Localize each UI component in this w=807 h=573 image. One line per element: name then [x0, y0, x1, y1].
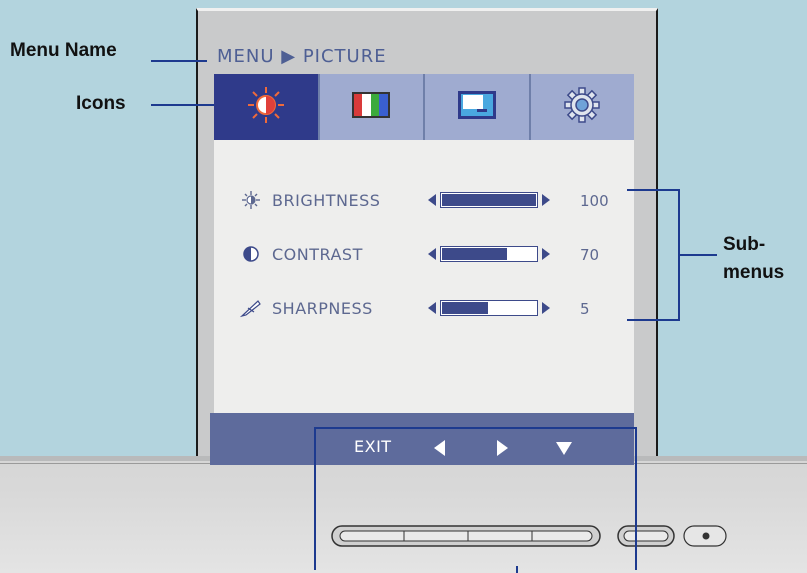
slider-fill [442, 194, 536, 206]
osd-submenu-panel [214, 140, 634, 413]
submenus-callout-line2: menus [723, 262, 785, 283]
sun-icon [240, 189, 262, 211]
slider-decrease-arrow[interactable] [428, 302, 436, 314]
submenu-row-contrast[interactable]: CONTRAST [240, 242, 363, 266]
contrast-slider[interactable] [428, 244, 554, 264]
slider-increase-arrow[interactable] [542, 248, 550, 260]
submenu-row-brightness[interactable]: BRIGHTNESS [240, 188, 380, 212]
brightness-value: 100 [580, 192, 609, 210]
submenus-bracket-bottom [627, 319, 679, 321]
submenu-row-sharpness[interactable]: SHARPNESS [240, 296, 373, 320]
contrast-value: 70 [580, 246, 600, 264]
submenus-callout: Sub- menus [723, 231, 784, 287]
menu-name-callout-line [151, 60, 207, 62]
tab-setup[interactable] [530, 74, 634, 140]
menu-name-callout: Menu Name [10, 40, 117, 61]
slider-increase-arrow[interactable] [542, 302, 550, 314]
submenus-callout-line1: Sub- [723, 234, 766, 255]
slider-increase-arrow[interactable] [542, 194, 550, 206]
brightness-sun-icon [246, 85, 286, 130]
display-position-icon [457, 90, 497, 125]
brightness-slider[interactable] [428, 190, 554, 210]
setup-gear-icon [562, 85, 602, 130]
slider-decrease-arrow[interactable] [428, 194, 436, 206]
sharpness-slider[interactable] [428, 298, 554, 318]
slider-fill [442, 248, 508, 260]
icons-callout: Icons [76, 93, 126, 114]
slider-track [440, 300, 538, 316]
submenus-callout-line [679, 254, 717, 256]
slider-track [440, 246, 538, 262]
contrast-label: CONTRAST [272, 244, 363, 264]
sharpness-label: SHARPNESS [272, 298, 373, 318]
buttons-callout-pointer [516, 566, 518, 573]
sharpness-icon [240, 297, 262, 319]
tab-display[interactable] [425, 74, 531, 140]
contrast-icon [240, 243, 262, 265]
submenus-bracket-top [627, 189, 679, 191]
color-bars-icon [351, 91, 391, 124]
buttons-callout-box [314, 427, 637, 570]
tab-color[interactable] [319, 74, 425, 140]
sharpness-value: 5 [580, 300, 590, 318]
brightness-label: BRIGHTNESS [272, 190, 381, 210]
tab-brightness[interactable] [214, 74, 320, 140]
osd-icon-tabs [214, 74, 634, 140]
slider-decrease-arrow[interactable] [428, 248, 436, 260]
slider-fill [442, 302, 488, 314]
osd-menu-name: MENU ▶ PICTURE [217, 46, 387, 67]
icons-callout-line [151, 104, 214, 106]
slider-track [440, 192, 538, 208]
